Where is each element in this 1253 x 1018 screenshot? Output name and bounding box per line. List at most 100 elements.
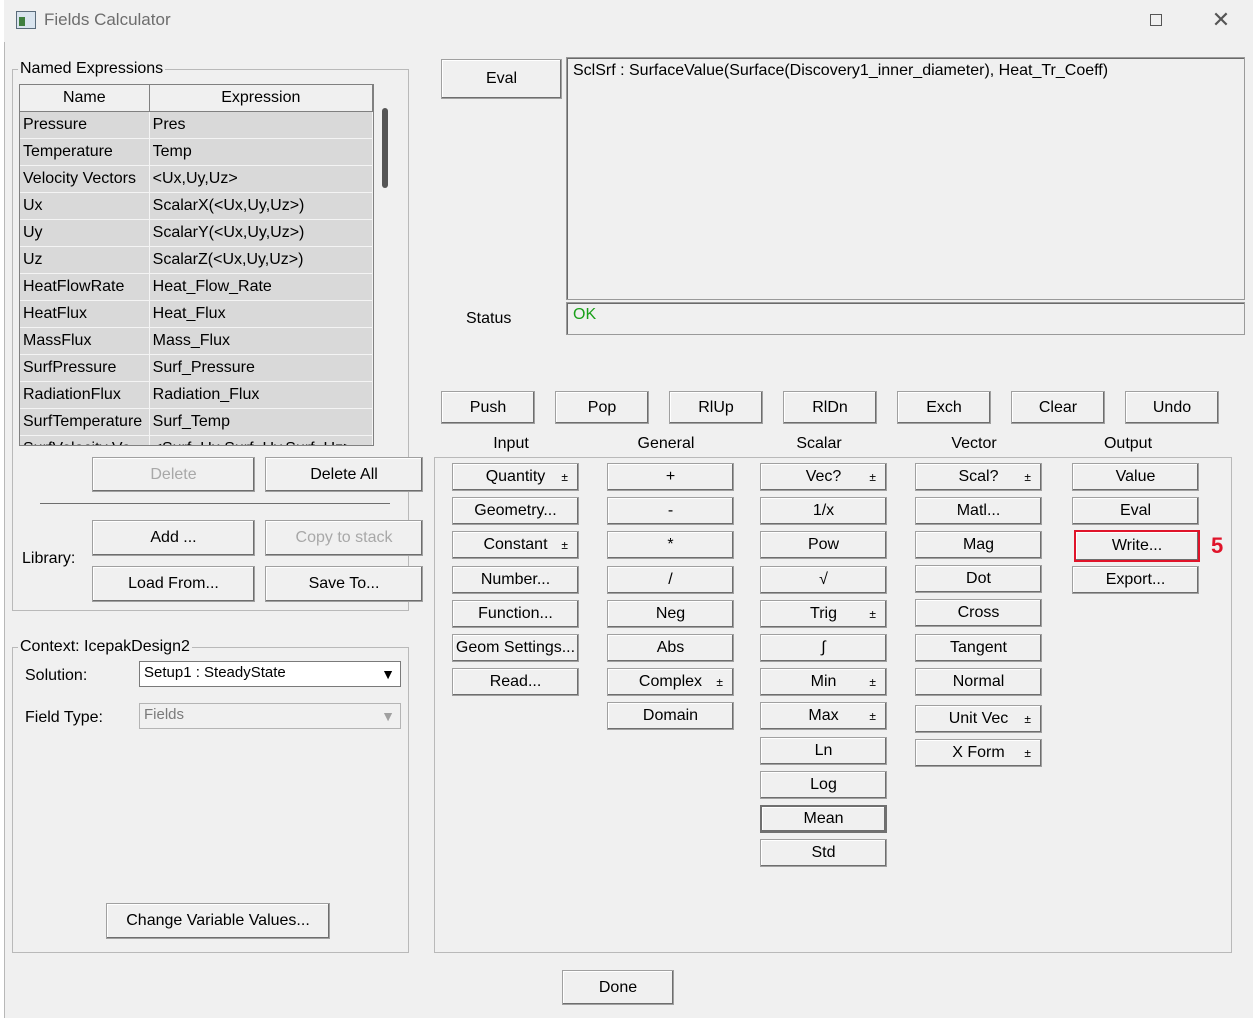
output-write-button[interactable]: Write... xyxy=(1074,530,1200,562)
column-header-name[interactable]: Name xyxy=(20,85,150,111)
stack-button-clear[interactable]: Clear xyxy=(1011,391,1105,424)
stack-button-rldn[interactable]: RlDn xyxy=(783,391,877,424)
row-name: Velocity Vectors xyxy=(20,166,150,192)
copy-to-stack-button[interactable]: Copy to stack xyxy=(265,520,423,556)
general-op-2-button[interactable]: * xyxy=(607,531,734,560)
chevron-down-icon[interactable]: ▼ xyxy=(376,704,400,728)
vector-x-form-button[interactable]: X Form ± xyxy=(915,739,1042,767)
delete-button[interactable]: Delete xyxy=(92,457,255,492)
general-op-0-button[interactable]: + xyxy=(607,463,734,491)
vector-normal-button[interactable]: Normal xyxy=(915,668,1042,696)
general-op-3-button[interactable]: / xyxy=(607,565,734,594)
button-label: Scal? xyxy=(958,468,999,485)
change-variable-values-button[interactable]: Change Variable Values... xyxy=(106,903,330,939)
input-header: Input xyxy=(493,435,529,452)
stack-button-exch[interactable]: Exch xyxy=(897,391,991,424)
table-row[interactable]: SurfTemperature Surf_Temp xyxy=(20,409,373,436)
button-label: Tangent xyxy=(950,639,1007,656)
table-row[interactable]: Uz ScalarZ(<Ux,Uy,Uz>) xyxy=(20,247,373,274)
solution-value: Setup1 : SteadyState xyxy=(144,664,286,681)
input-geom-settings-button[interactable]: Geom Settings... xyxy=(452,634,579,662)
scalar-std-button[interactable]: Std xyxy=(760,839,887,868)
table-row[interactable]: Temperature Temp xyxy=(20,139,373,166)
stack-button-undo[interactable]: Undo xyxy=(1125,391,1219,424)
vector-cross-button[interactable]: Cross xyxy=(915,599,1042,627)
input-geometry-button[interactable]: Geometry... xyxy=(452,497,579,526)
general-abs-button[interactable]: Abs xyxy=(607,634,734,662)
row-expression: Temp xyxy=(150,139,373,165)
expression-stack-area[interactable]: SclSrf : SurfaceValue(Surface(Discovery1… xyxy=(566,57,1245,300)
table-row[interactable]: MassFlux Mass_Flux xyxy=(20,328,373,355)
input-function-button[interactable]: Function... xyxy=(452,599,579,628)
row-expression: <Ux,Uy,Uz> xyxy=(150,166,373,192)
maximize-icon[interactable] xyxy=(1150,14,1162,26)
done-button[interactable]: Done xyxy=(562,970,674,1005)
eval-top-button[interactable]: Eval xyxy=(441,59,562,99)
stack-button-rlup[interactable]: RlUp xyxy=(669,391,763,424)
output-export-button[interactable]: Export... xyxy=(1072,565,1199,594)
scalar-vec-button[interactable]: Vec? ± xyxy=(760,463,887,491)
general-domain-button[interactable]: Domain xyxy=(607,702,734,731)
scalar-min-button[interactable]: Min ± xyxy=(760,668,887,697)
scalar-mean-button[interactable]: Mean xyxy=(760,805,887,833)
scalar-1-x-button[interactable]: 1/x xyxy=(760,497,887,526)
spin-arrows-icon: ± xyxy=(869,606,876,621)
vector-scal-button[interactable]: Scal? ± xyxy=(915,463,1042,491)
scalar-max-button[interactable]: Max ± xyxy=(760,702,887,731)
close-icon[interactable]: ✕ xyxy=(1208,9,1234,32)
general-complex-button[interactable]: Complex ± xyxy=(607,668,734,697)
table-row[interactable]: SurfPressure Surf_Pressure xyxy=(20,355,373,382)
vector-dot-button[interactable]: Dot xyxy=(915,565,1042,593)
field-type-label: Field Type: xyxy=(25,709,103,726)
vector-matl-button[interactable]: Matl... xyxy=(915,497,1042,525)
scrollbar-thumb[interactable] xyxy=(382,108,388,188)
scalar-pow-button[interactable]: Pow xyxy=(760,531,887,560)
delete-all-button[interactable]: Delete All xyxy=(265,457,423,492)
table-row[interactable]: HeatFlowRate Heat_Flow_Rate xyxy=(20,274,373,301)
table-row[interactable]: HeatFlux Heat_Flux xyxy=(20,301,373,328)
scalar-log-button[interactable]: Log xyxy=(760,770,887,799)
scalar-trig-button[interactable]: Trig ± xyxy=(760,599,887,628)
stack-button-pop[interactable]: Pop xyxy=(555,391,649,424)
save-to-button[interactable]: Save To... xyxy=(265,566,423,602)
spin-arrows-icon: ± xyxy=(716,675,723,690)
vector-tangent-button[interactable]: Tangent xyxy=(915,634,1042,662)
table-row[interactable]: RadiationFlux Radiation_Flux xyxy=(20,382,373,409)
chevron-down-icon[interactable]: ▼ xyxy=(376,662,400,686)
general-neg-button[interactable]: Neg xyxy=(607,599,734,628)
add-button[interactable]: Add ... xyxy=(92,520,255,556)
row-name: RadiationFlux xyxy=(20,382,150,408)
input-number-button[interactable]: Number... xyxy=(452,565,579,594)
table-row[interactable]: Velocity Vectors <Ux,Uy,Uz> xyxy=(20,166,373,193)
scalar-op-3-button[interactable]: √ xyxy=(760,565,887,594)
input-quantity-button[interactable]: Quantity ± xyxy=(452,463,579,491)
general-op-1-button[interactable]: - xyxy=(607,497,734,526)
button-label: Write... xyxy=(1111,537,1163,554)
row-name: SurfTemperature xyxy=(20,409,150,435)
table-row[interactable]: Uy ScalarY(<Ux,Uy,Uz>) xyxy=(20,220,373,247)
row-name: SurfVelocity Ve... xyxy=(20,436,150,445)
button-label: Unit Vec xyxy=(948,710,1009,727)
vector-mag-button[interactable]: Mag xyxy=(915,531,1042,559)
table-row[interactable]: Pressure Pres xyxy=(20,112,373,139)
scalar-ln-button[interactable]: Ln xyxy=(760,736,887,765)
output-value-button[interactable]: Value xyxy=(1072,463,1199,491)
row-expression: Pres xyxy=(150,112,373,138)
input-read-button[interactable]: Read... xyxy=(452,668,579,697)
row-expression: ScalarY(<Ux,Uy,Uz>) xyxy=(150,220,373,246)
input-constant-button[interactable]: Constant ± xyxy=(452,531,579,560)
vector-unit-vec-button[interactable]: Unit Vec ± xyxy=(915,705,1042,733)
output-eval-button[interactable]: Eval xyxy=(1072,497,1199,526)
scalar-op-5-button[interactable]: ∫ xyxy=(760,634,887,662)
stack-button-push[interactable]: Push xyxy=(441,391,535,424)
field-type-select[interactable]: Fields ▼ xyxy=(139,703,401,729)
table-row[interactable]: SurfVelocity Ve...<Surf_Ux,Surf_Uy,Surf_… xyxy=(20,436,373,445)
load-from-button[interactable]: Load From... xyxy=(92,566,255,602)
button-label: Vec? xyxy=(805,468,842,485)
column-header-expression[interactable]: Expression xyxy=(150,85,373,111)
solution-select[interactable]: Setup1 : SteadyState ▼ xyxy=(139,661,401,687)
button-label: Geom Settings... xyxy=(455,639,576,656)
minimize-icon[interactable] xyxy=(1088,8,1112,32)
table-row[interactable]: Ux ScalarX(<Ux,Uy,Uz>) xyxy=(20,193,373,220)
status-label: Status xyxy=(466,310,512,327)
